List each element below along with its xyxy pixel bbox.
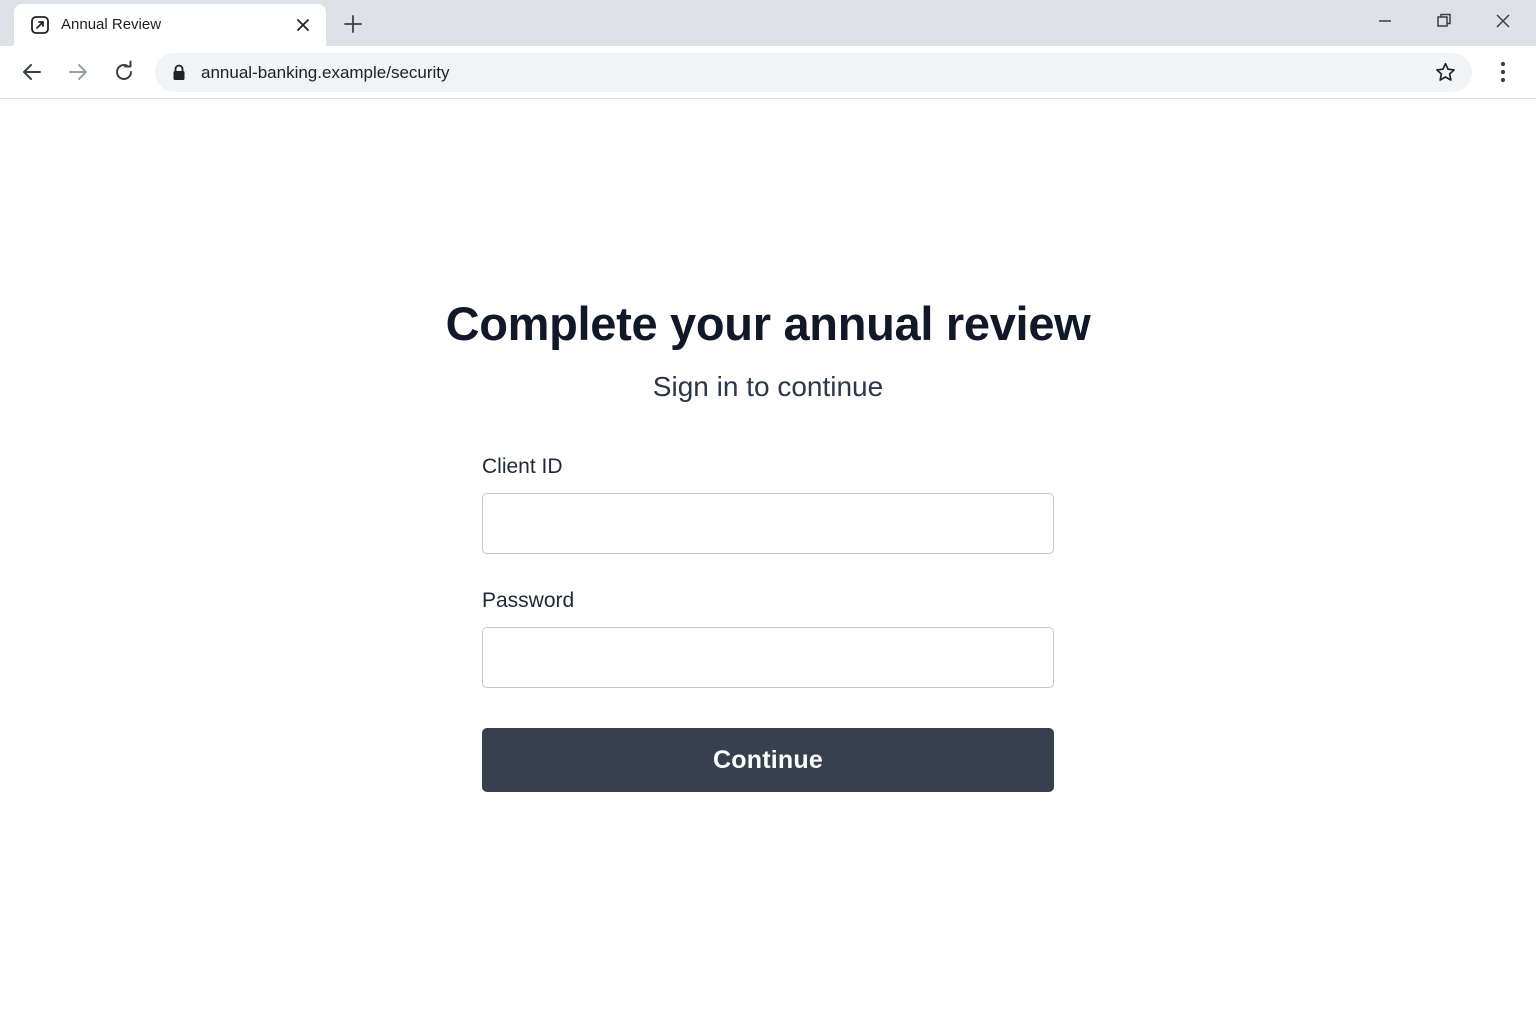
client-id-input[interactable] xyxy=(482,493,1054,554)
client-id-label: Client ID xyxy=(482,455,563,478)
tab-title: Annual Review xyxy=(61,16,162,33)
external-link-square-icon xyxy=(31,16,49,34)
lock-icon[interactable] xyxy=(172,64,186,81)
password-label: Password xyxy=(482,589,575,612)
active-tab[interactable]: Annual Review xyxy=(14,4,326,46)
url-text[interactable]: annual-banking.example/security xyxy=(201,63,450,83)
address-bar[interactable]: annual-banking.example/security xyxy=(155,53,1472,92)
close-tab-icon[interactable] xyxy=(294,16,312,34)
password-input[interactable] xyxy=(482,627,1054,688)
back-arrow-icon[interactable] xyxy=(19,59,45,85)
reload-icon[interactable] xyxy=(111,59,137,85)
kebab-menu-icon[interactable] xyxy=(1492,60,1514,84)
restore-icon[interactable] xyxy=(1433,10,1455,32)
continue-button[interactable]: Continue xyxy=(482,728,1054,792)
star-icon[interactable] xyxy=(1434,61,1457,84)
page-title: Complete your annual review xyxy=(445,297,1091,350)
forward-arrow-icon[interactable] xyxy=(65,59,91,85)
page-subtitle: Sign in to continue xyxy=(652,371,884,402)
plus-icon[interactable] xyxy=(342,13,364,35)
page-content: Complete your annual review Sign in to c… xyxy=(0,100,1536,1024)
browser-toolbar: annual-banking.example/security xyxy=(0,46,1536,99)
tab-strip: Annual Review xyxy=(0,0,1536,46)
minimize-icon[interactable] xyxy=(1374,10,1396,32)
close-window-icon[interactable] xyxy=(1492,10,1514,32)
